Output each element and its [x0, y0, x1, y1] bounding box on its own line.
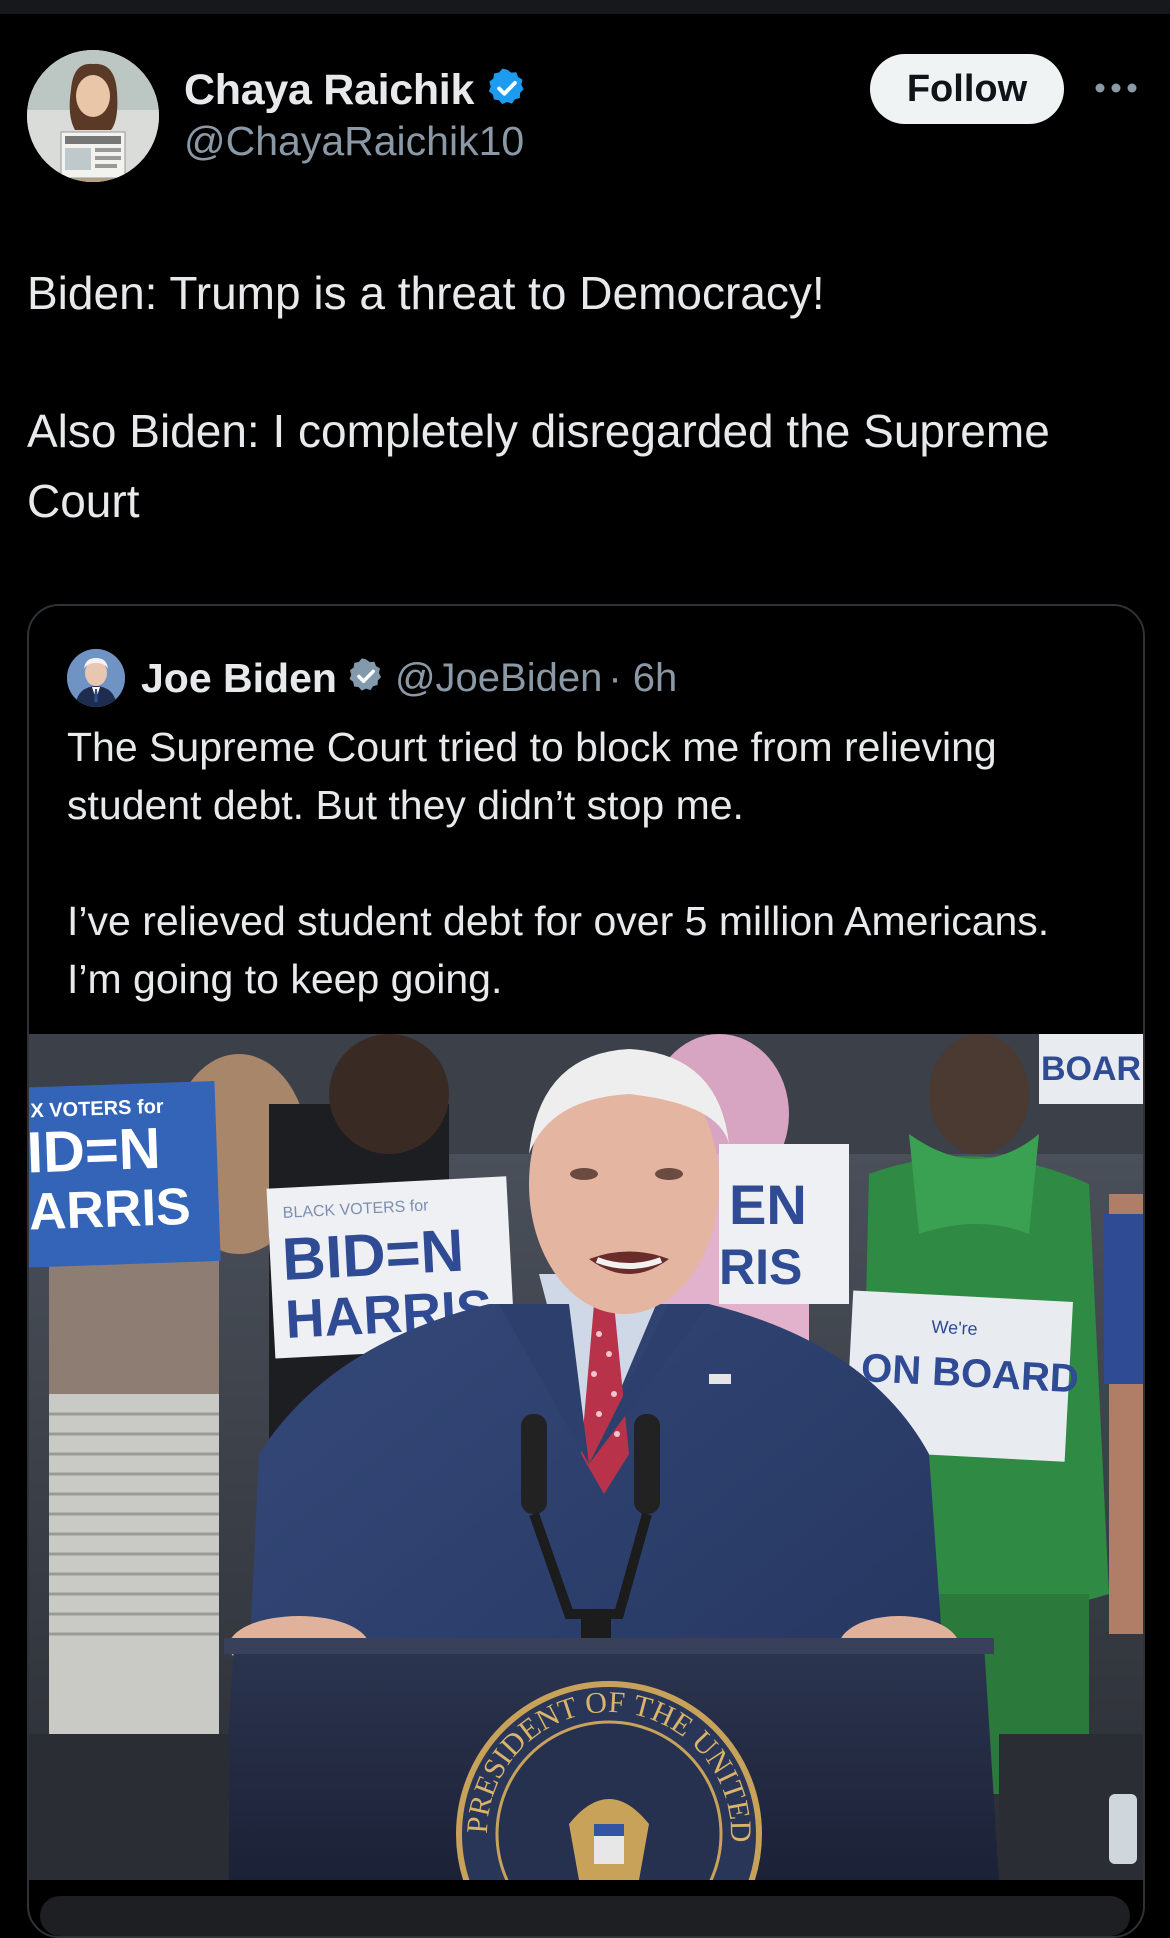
quoted-author-avatar[interactable] — [67, 649, 125, 707]
verified-badge-icon — [486, 67, 528, 114]
author-name-row: Chaya Raichik — [184, 62, 528, 118]
quoted-tweet-text: The Supreme Court tried to block me from… — [67, 718, 1107, 1008]
quoted-tweet-header: Joe Biden @JoeBiden · 6h — [67, 644, 677, 712]
follow-button[interactable]: Follow — [870, 54, 1064, 124]
sign-left-line2: ARRIS — [29, 1178, 192, 1242]
quoted-paragraph-2: I’ve relieved student debt for over 5 mi… — [67, 898, 1050, 1002]
quoted-tweet[interactable]: Joe Biden @JoeBiden · 6h The Supreme Cou… — [27, 604, 1145, 1938]
author-handle[interactable]: @ChayaRaichik10 — [184, 118, 524, 165]
author-avatar[interactable] — [27, 50, 159, 182]
quoted-timestamp[interactable]: · 6h — [608, 656, 677, 701]
more-options-icon[interactable] — [1090, 70, 1142, 106]
sign-top-right-text: BOARD — [1041, 1050, 1143, 1088]
tweet-line-2: Also Biden: I completely disregarded the… — [27, 405, 1050, 527]
sign-center-line1: EN — [729, 1173, 807, 1236]
reply-bar[interactable] — [40, 1896, 1130, 1936]
author-name[interactable]: Chaya Raichik — [184, 66, 474, 115]
quoted-author-handle[interactable]: @JoeBiden — [395, 656, 602, 701]
quoted-verified-badge-icon — [347, 657, 385, 700]
tweet-text: Biden: Trump is a threat to Democracy! A… — [27, 258, 1137, 536]
sign-left-line1: ID=N — [29, 1116, 162, 1186]
quoted-media-image[interactable]: X VOTERS for ID=N ARRIS BLACK VOTERS for… — [29, 1034, 1143, 1880]
quoted-paragraph-1: The Supreme Court tried to block me from… — [67, 724, 997, 828]
sign-center-line2: RIS — [719, 1239, 802, 1295]
sign-right-small-text: We're — [931, 1317, 978, 1339]
tweet-line-1: Biden: Trump is a threat to Democracy! — [27, 267, 825, 319]
quoted-author-name[interactable]: Joe Biden — [141, 655, 337, 702]
status-strip — [0, 0, 1170, 14]
